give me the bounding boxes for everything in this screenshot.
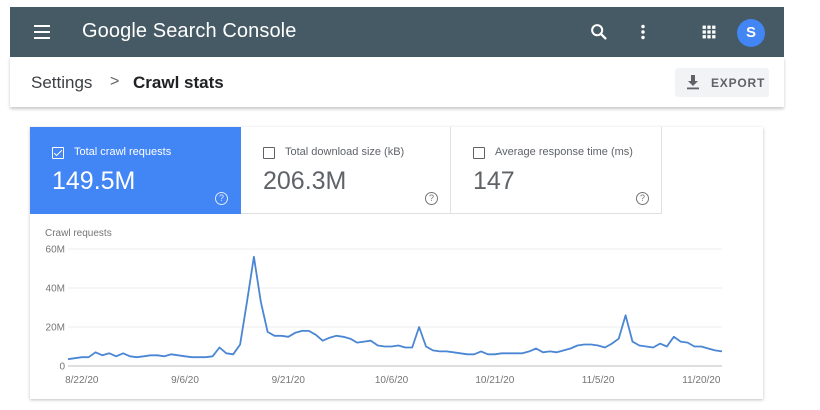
metric-value: 149.5M xyxy=(52,167,136,195)
help-icon[interactable]: ? xyxy=(215,192,228,205)
x-tick-label: 10/6/20 xyxy=(375,375,409,386)
metric-label: Average response time (ms) xyxy=(495,146,633,158)
y-tick-label: 0 xyxy=(59,362,65,373)
page-header: Settings > Crawl stats EXPORT xyxy=(10,57,784,107)
checkbox-icon[interactable] xyxy=(263,147,275,159)
page-title: Crawl stats xyxy=(133,73,224,92)
apps-icon[interactable] xyxy=(698,21,720,43)
x-tick-label: 8/22/20 xyxy=(65,375,99,386)
export-label: EXPORT xyxy=(711,76,766,90)
metric-label: Total download size (kB) xyxy=(285,146,405,158)
breadcrumb-separator: > xyxy=(110,73,120,90)
x-tick-label: 11/20/20 xyxy=(682,375,721,386)
metric-total-crawl-requests[interactable]: Total crawl requests 149.5M ? xyxy=(30,127,241,214)
crawl-stats-card: Total crawl requests 149.5M ? Total down… xyxy=(30,127,763,399)
crawl-requests-chart: 0 20M 40M 60M 8/22/20 9/6/20 9/21/20 10/6/20 10/… xyxy=(46,245,723,386)
series-line xyxy=(67,255,723,361)
y-tick-label: 20M xyxy=(46,323,65,334)
metric-value: 206.3M xyxy=(263,167,347,195)
export-button[interactable]: EXPORT xyxy=(675,68,769,97)
help-icon[interactable]: ? xyxy=(425,192,438,205)
x-tick-label: 11/5/20 xyxy=(582,375,615,386)
x-tick-label: 9/21/20 xyxy=(272,375,306,386)
top-app-bar: Google Search Console S xyxy=(10,7,784,57)
x-tick-label: 10/21/20 xyxy=(475,375,514,386)
help-icon[interactable]: ? xyxy=(636,192,649,205)
metric-total-download-size[interactable]: Total download size (kB) 206.3M ? xyxy=(241,127,451,214)
search-icon[interactable] xyxy=(588,21,610,43)
metric-value: 147 xyxy=(473,167,515,195)
product-title[interactable]: Google Search Console xyxy=(82,20,296,43)
more-vert-icon[interactable] xyxy=(632,21,654,43)
download-icon xyxy=(687,75,699,90)
account-avatar[interactable]: S xyxy=(737,19,765,47)
x-tick-label: 9/6/20 xyxy=(171,375,199,386)
checkbox-icon[interactable] xyxy=(473,147,485,159)
checkbox-checked-icon[interactable] xyxy=(52,147,64,159)
y-tick-label: 60M xyxy=(46,245,65,256)
y-tick-label: 40M xyxy=(46,284,65,295)
metric-average-response-time[interactable]: Average response time (ms) 147 ? xyxy=(451,127,662,214)
breadcrumb-settings[interactable]: Settings xyxy=(31,73,92,93)
menu-icon[interactable] xyxy=(34,25,50,39)
metric-label: Total crawl requests xyxy=(74,146,172,158)
